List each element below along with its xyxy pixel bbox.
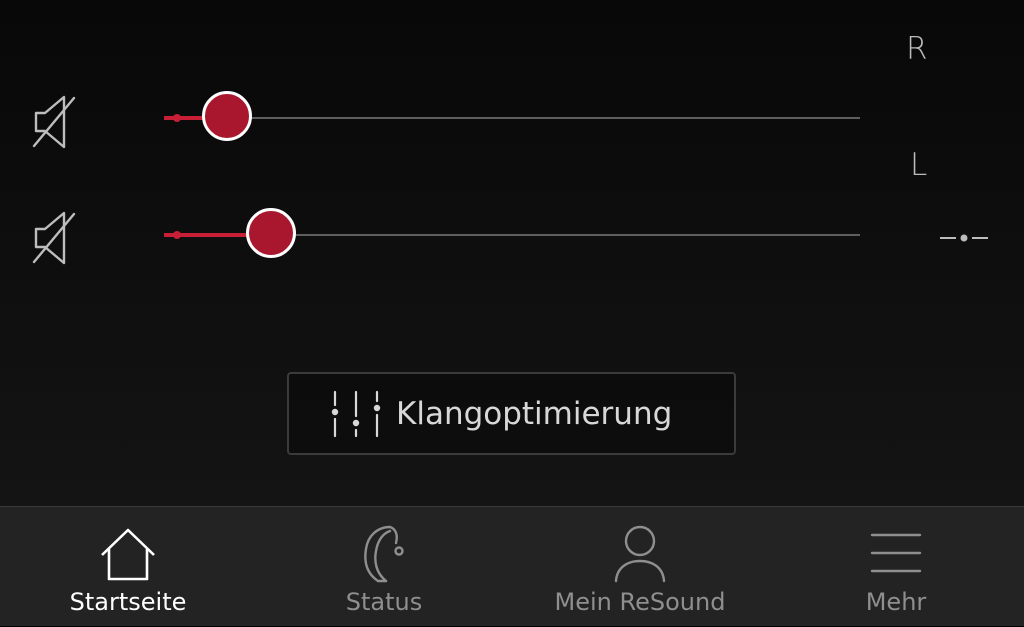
nav-label-my-resound: Mein ReSound (554, 588, 726, 616)
right-volume-slider[interactable] (164, 88, 860, 148)
nav-item-more[interactable]: Mehr (768, 507, 1024, 627)
main-panel: R L Klangoptimierung (0, 0, 1024, 506)
right-side-label: R (906, 31, 928, 67)
menu-icon (864, 521, 928, 585)
hearing-aid-icon (352, 521, 416, 585)
nav-label-status: Status (345, 588, 423, 616)
slider-thumb[interactable] (202, 91, 253, 141)
nav-item-status[interactable]: Status (256, 507, 512, 627)
nav-label-more: Mehr (865, 588, 927, 616)
slider-start-marker (173, 114, 181, 122)
sound-optimization-button[interactable]: Klangoptimierung (287, 372, 736, 455)
equalizer-icon (331, 390, 381, 438)
left-side-label: L (910, 147, 928, 183)
slider-track (164, 117, 860, 119)
nav-item-my-resound[interactable]: Mein ReSound (512, 507, 768, 627)
speaker-muted-icon[interactable] (32, 210, 76, 266)
slider-start-marker (173, 231, 181, 239)
left-volume-slider[interactable] (164, 205, 860, 265)
nav-label-home: Startseite (69, 588, 187, 616)
link-sliders-icon[interactable] (938, 228, 990, 248)
sound-optimization-label: Klangoptimierung (396, 396, 673, 432)
home-icon (96, 521, 160, 585)
speaker-muted-icon[interactable] (32, 94, 76, 150)
bottom-navigation: Startseite Status Mein ReSound Mehr (0, 506, 1024, 626)
user-icon (608, 521, 672, 585)
nav-item-home[interactable]: Startseite (0, 507, 256, 627)
slider-thumb[interactable] (245, 208, 296, 258)
